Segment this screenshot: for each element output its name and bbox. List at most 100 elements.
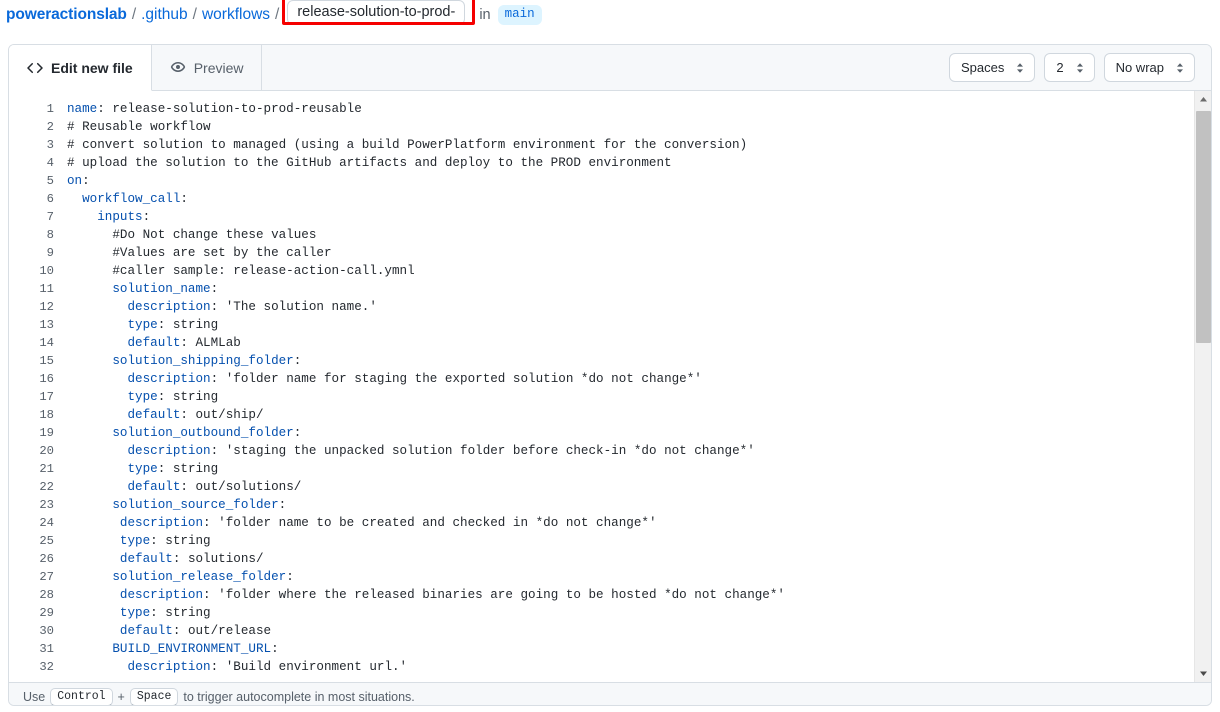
line-content: solution_release_folder: (56, 568, 294, 586)
line-content: description: 'folder where the released … (56, 586, 785, 604)
scrollbar-thumb[interactable] (1196, 111, 1211, 343)
editor-footer-hint: Use Control + Space to trigger autocompl… (9, 682, 1211, 706)
code-line[interactable]: 11 solution_name: (9, 280, 1194, 298)
tab-edit-new-file[interactable]: Edit new file (9, 45, 152, 91)
code-line[interactable]: 21 type: string (9, 460, 1194, 478)
kbd-space: Space (130, 688, 179, 706)
code-token: : (150, 534, 165, 548)
code-token: : (294, 426, 302, 440)
code-line[interactable]: 19 solution_outbound_folder: (9, 424, 1194, 442)
code-line[interactable]: 2# Reusable workflow (9, 118, 1194, 136)
code-line[interactable]: 26 default: solutions/ (9, 550, 1194, 568)
code-token: 'folder where the released binaries are … (218, 588, 785, 602)
code-token: : (203, 516, 218, 530)
code-line[interactable]: 30 default: out/release (9, 622, 1194, 640)
code-line[interactable]: 27 solution_release_folder: (9, 568, 1194, 586)
code-line[interactable]: 28 description: 'folder where the releas… (9, 586, 1194, 604)
code-token: solution_outbound_folder (112, 426, 293, 440)
line-content: # convert solution to managed (using a b… (56, 136, 747, 154)
code-token (67, 552, 120, 566)
code-token (67, 444, 127, 458)
code-line[interactable]: 10 #caller sample: release-action-call.y… (9, 262, 1194, 280)
code-line[interactable]: 5on: (9, 172, 1194, 190)
code-line[interactable]: 29 type: string (9, 604, 1194, 622)
line-content: solution_name: (56, 280, 218, 298)
code-token (67, 246, 112, 260)
code-token (67, 264, 112, 278)
code-line[interactable]: 8 #Do Not change these values (9, 226, 1194, 244)
code-line[interactable]: 4# upload the solution to the GitHub art… (9, 154, 1194, 172)
code-token (67, 408, 127, 422)
code-line[interactable]: 3# convert solution to managed (using a … (9, 136, 1194, 154)
code-token: : (180, 480, 195, 494)
code-line[interactable]: 20 description: 'staging the unpacked so… (9, 442, 1194, 460)
tab-preview-label: Preview (194, 60, 244, 76)
line-content: # upload the solution to the GitHub arti… (56, 154, 672, 172)
breadcrumb-folder-workflows[interactable]: workflows (202, 6, 270, 24)
filename-input[interactable]: release-solution-to-prod- (287, 0, 465, 25)
code-token (67, 426, 112, 440)
code-token (67, 462, 127, 476)
code-token (67, 660, 127, 674)
code-token: description (127, 660, 210, 674)
code-line[interactable]: 32 description: 'Build environment url.' (9, 658, 1194, 676)
line-number: 29 (9, 604, 56, 622)
code-line[interactable]: 25 type: string (9, 532, 1194, 550)
editor-vertical-scrollbar[interactable] (1194, 91, 1211, 682)
code-line[interactable]: 15 solution_shipping_folder: (9, 352, 1194, 370)
code-editor-area[interactable]: 1name: release-solution-to-prod-reusable… (9, 91, 1211, 682)
wrap-mode-value: No wrap (1116, 60, 1164, 75)
scroll-down-arrow-icon[interactable] (1195, 665, 1211, 682)
code-line[interactable]: 9 #Values are set by the caller (9, 244, 1194, 262)
code-line[interactable]: 14 default: ALMLab (9, 334, 1194, 352)
code-token (67, 390, 127, 404)
code-token: type (120, 534, 150, 548)
indent-mode-select[interactable]: Spaces (949, 53, 1035, 82)
line-number: 11 (9, 280, 56, 298)
code-line[interactable]: 12 description: 'The solution name.' (9, 298, 1194, 316)
code-token: type (127, 318, 157, 332)
scroll-up-arrow-icon[interactable] (1195, 91, 1211, 108)
line-number: 12 (9, 298, 56, 316)
code-line[interactable]: 7 inputs: (9, 208, 1194, 226)
line-content: solution_source_folder: (56, 496, 286, 514)
code-line[interactable]: 24 description: 'folder name to be creat… (9, 514, 1194, 532)
code-token: 'Build environment url.' (226, 660, 407, 674)
code-token: description (120, 588, 203, 602)
code-line[interactable]: 1name: release-solution-to-prod-reusable (9, 100, 1194, 118)
code-token: : (211, 300, 226, 314)
code-lines-container[interactable]: 1name: release-solution-to-prod-reusable… (9, 91, 1194, 682)
line-number: 24 (9, 514, 56, 532)
breadcrumb-repo-owner[interactable]: poweractionslab (6, 6, 127, 24)
code-token: 'staging the unpacked solution folder be… (226, 444, 755, 458)
breadcrumb-folder-github[interactable]: .github (141, 6, 188, 24)
code-line[interactable]: 16 description: 'folder name for staging… (9, 370, 1194, 388)
indent-size-value: 2 (1056, 60, 1063, 75)
code-line[interactable]: 17 type: string (9, 388, 1194, 406)
line-content: description: 'The solution name.' (56, 298, 377, 316)
line-content: default: ALMLab (56, 334, 241, 352)
code-token (67, 570, 112, 584)
chevron-updown-icon (1174, 60, 1186, 76)
code-line[interactable]: 6 workflow_call: (9, 190, 1194, 208)
code-token: 'folder name for staging the exported so… (226, 372, 702, 386)
code-token: : (286, 570, 294, 584)
code-line[interactable]: 13 type: string (9, 316, 1194, 334)
eye-icon (170, 60, 186, 76)
code-token (67, 606, 120, 620)
line-number: 15 (9, 352, 56, 370)
code-line[interactable]: 22 default: out/solutions/ (9, 478, 1194, 496)
code-icon (27, 60, 43, 76)
code-token (67, 624, 120, 638)
code-line[interactable]: 31 BUILD_ENVIRONMENT_URL: (9, 640, 1194, 658)
tab-preview[interactable]: Preview (152, 45, 263, 90)
code-token (67, 210, 97, 224)
code-line[interactable]: 18 default: out/ship/ (9, 406, 1194, 424)
code-line[interactable]: 23 solution_source_folder: (9, 496, 1194, 514)
line-number: 32 (9, 658, 56, 676)
line-number: 13 (9, 316, 56, 334)
wrap-mode-select[interactable]: No wrap (1104, 53, 1195, 82)
line-content: description: 'Build environment url.' (56, 658, 407, 676)
line-number: 2 (9, 118, 56, 136)
indent-size-select[interactable]: 2 (1044, 53, 1094, 82)
